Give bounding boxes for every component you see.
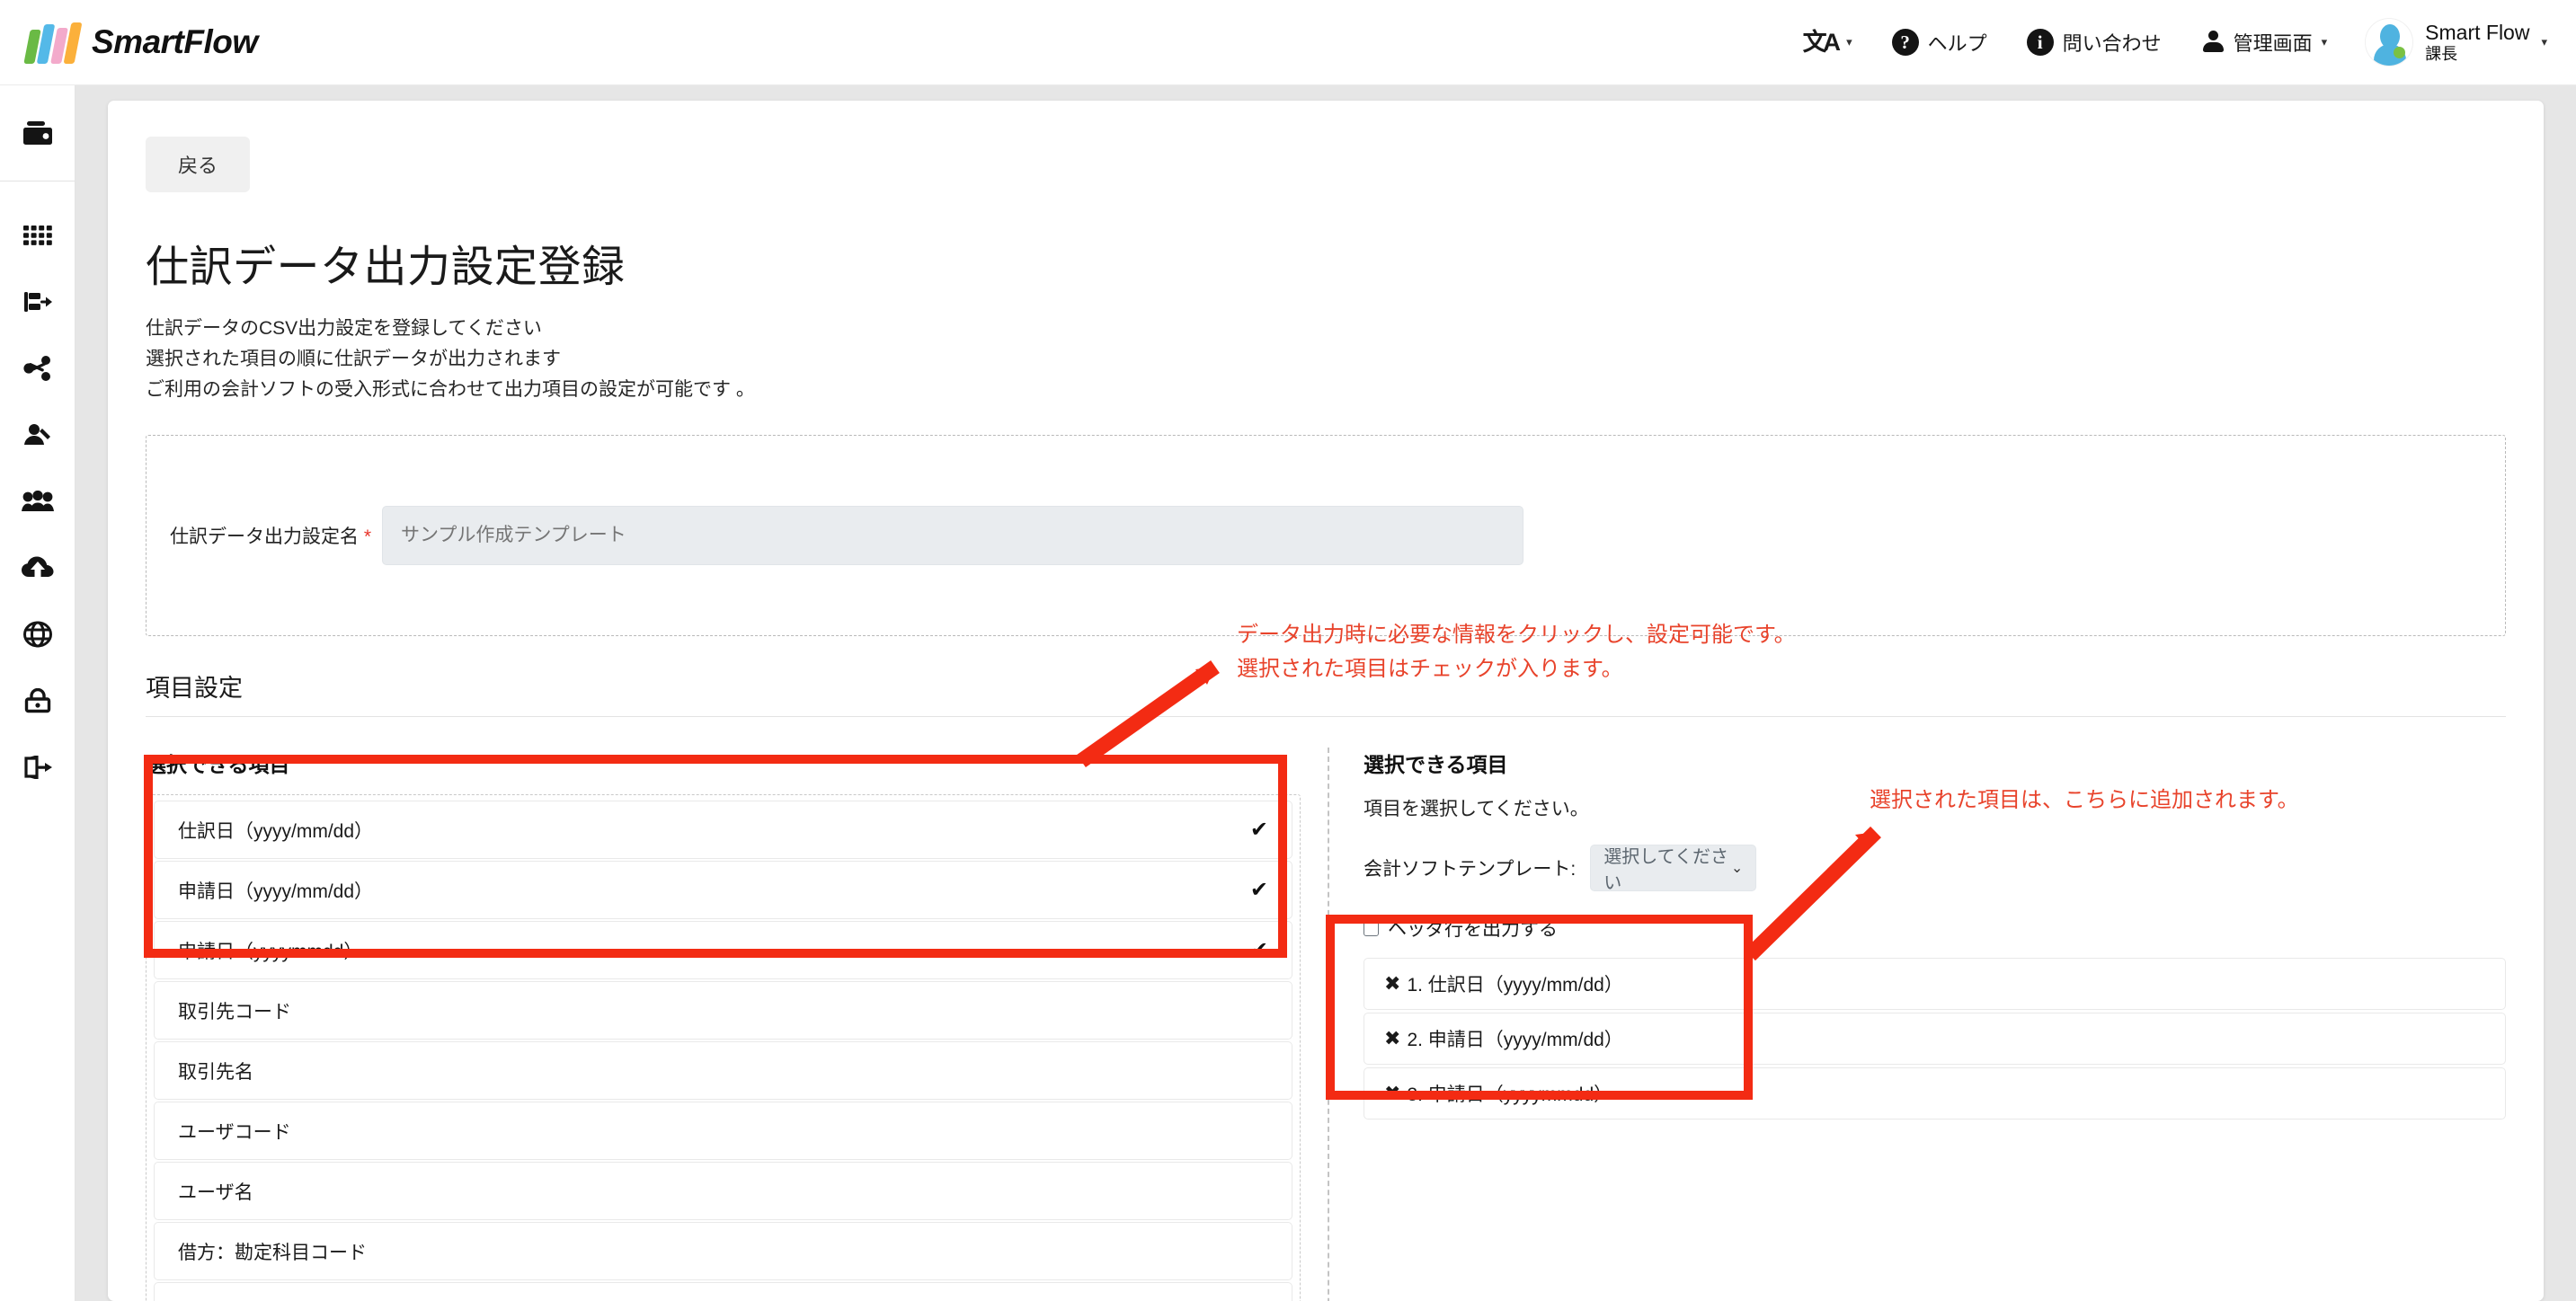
header-nav: 文A ▾ ? ヘルプ i 問い合わせ 管理画面 ▾ Smart Flow 課長 … [1783,15,2576,69]
user-menu-button[interactable]: Smart Flow 課長 ▾ [2347,18,2553,66]
help-label: ヘルプ [1927,32,1987,55]
language-switcher-button[interactable]: 文A ▾ [1783,15,1872,69]
accounting-template-label: 会計ソフトテンプレート: [1364,859,1577,881]
chevron-down-icon: ▾ [1846,35,1852,49]
brand-name: SmartFlow [92,23,258,60]
accounting-template-row: 会計ソフトテンプレート: 選択してください ⌄ [1364,845,2506,894]
sidebar-item-globe[interactable] [20,616,56,652]
page-description: 仕訳データのCSV出力設定を登録してください 選択された項目の順に仕訳データが出… [146,314,2506,405]
list-item[interactable]: 取引先コード [154,981,1292,1040]
section-title: 項目設定 [146,675,243,703]
page-title: 仕訳データ出力設定登録 [146,243,626,291]
setting-name-label-text: 仕訳データ出力設定名 [169,527,359,548]
list-item[interactable]: ユーザ名 [154,1162,1292,1221]
admin-label: 管理画面 [2233,32,2313,55]
list-item[interactable]: 借方：補助科目コード [154,1282,1292,1301]
item-settings-columns: 選択できる項目 仕訳日（yyyy/mm/dd） ✔ 申請日（yyyy/mm/dd… [146,748,2506,1301]
wallet-icon[interactable] [20,115,56,151]
remove-icon[interactable]: ✖ [1384,1027,1400,1050]
sidebar-item-lock[interactable] [20,683,56,719]
sidebar-item-cloud-upload[interactable] [20,550,56,586]
accounting-template-value: 選択してください [1603,847,1729,894]
setting-name-panel: 仕訳データ出力設定名 * [146,435,2506,637]
check-icon: ✔ [1249,818,1268,843]
list-item[interactable]: ✖ 2. 申請日（yyyy/mm/dd） [1364,1013,2506,1066]
available-items-heading: 選択できる項目 [146,753,290,777]
list-item-label: 取引先コード [178,1001,291,1022]
sidebar-item-user-settings[interactable] [20,417,56,453]
question-mark-icon: ? [1891,29,1919,56]
sidebar-item-share[interactable] [20,350,56,386]
list-item[interactable]: 申請日（yyyy/mm/dd） ✔ [154,861,1292,920]
smartflow-logo-icon [23,21,83,64]
list-item-label: 申請日（yyyymmdd） [178,941,363,962]
contact-button[interactable]: i 問い合わせ [2007,15,2181,69]
list-item-label: ユーザコード [178,1121,291,1143]
header-row-checkbox[interactable]: ヘッダ行を出力する [1364,915,2506,942]
selected-items-column: 選択できる項目 項目を選択してください。 会計ソフトテンプレート: 選択してくだ… [1364,748,2506,1301]
remove-icon[interactable]: ✖ [1384,972,1400,996]
admin-menu-button[interactable]: 管理画面 ▾ [2181,15,2348,69]
list-item-label: 借方：補助科目コード [178,1298,367,1301]
top-header-bar: SmartFlow 文A ▾ ? ヘルプ i 問い合わせ 管理画面 ▾ Smar… [0,0,2576,85]
list-item[interactable]: 取引先名 [154,1041,1292,1101]
chevron-down-icon: ▾ [2321,35,2328,49]
sidebar-item-grid-apps[interactable] [20,217,56,253]
brand-logo[interactable]: SmartFlow [23,21,258,64]
list-item-label: ユーザ名 [178,1182,253,1203]
list-item[interactable]: ✖ 3. 申請日（yyyymmdd） [1364,1067,2506,1120]
column-divider [1328,748,1329,1301]
chevron-down-icon: ▾ [2541,35,2547,49]
section-divider [146,716,2506,718]
check-icon: ✔ [1249,938,1268,963]
setting-name-label: 仕訳データ出力設定名 * [147,522,382,549]
contact-label: 問い合わせ [2062,32,2162,55]
user-name: Smart Flow [2425,21,2530,44]
list-item-label: 2. 申請日（yyyy/mm/dd） [1407,1030,1623,1051]
language-icon: 文A [1802,28,1841,56]
sidebar-item-group-users[interactable] [20,483,56,519]
list-item[interactable]: ✖ 1. 仕訳日（yyyy/mm/dd） [1364,958,2506,1011]
content-card: 戻る 仕訳データ出力設定登録 仕訳データのCSV出力設定を登録してください 選択… [108,101,2544,1301]
list-item-label: 1. 仕訳日（yyyy/mm/dd） [1407,975,1623,996]
list-item[interactable]: 借方：勘定科目コード [154,1222,1292,1281]
setting-name-input[interactable] [382,506,1523,566]
remove-icon[interactable]: ✖ [1384,1082,1400,1105]
header-row-label: ヘッダ行を出力する [1388,919,1558,941]
sidebar-item-workflow[interactable] [20,284,56,320]
available-items-list: 仕訳日（yyyy/mm/dd） ✔ 申請日（yyyy/mm/dd） ✔ 申請日（… [146,794,1301,1301]
online-status-dot [2394,47,2406,58]
available-items-column: 選択できる項目 仕訳日（yyyy/mm/dd） ✔ 申請日（yyyy/mm/dd… [146,748,1301,1301]
list-item-label: 申請日（yyyy/mm/dd） [178,881,374,902]
sidebar-item-logout[interactable] [20,749,56,785]
accounting-template-select[interactable]: 選択してください ⌄ [1590,845,1757,894]
list-item[interactable]: 申請日（yyyymmdd） ✔ [154,921,1292,980]
avatar [2365,18,2414,66]
selected-items-list: ✖ 1. 仕訳日（yyyy/mm/dd） ✖ 2. 申請日（yyyy/mm/dd… [1364,958,2506,1120]
description-line-1: 仕訳データのCSV出力設定を登録してください [146,318,542,339]
chevron-down-icon: ⌄ [1730,861,1744,877]
description-line-2: 選択された項目の順に仕訳データが出力されます [146,349,561,370]
description-line-3: ご利用の会計ソフトの受入形式に合わせて出力項目の設定が可能です 。 [146,379,755,401]
list-item[interactable]: ユーザコード [154,1102,1292,1161]
list-item-label: 仕訳日（yyyy/mm/dd） [178,820,374,842]
list-item[interactable]: 仕訳日（yyyy/mm/dd） ✔ [154,801,1292,860]
person-icon [2201,31,2225,54]
selected-items-heading: 選択できる項目 [1364,753,1508,777]
sidebar-rail [0,85,76,1301]
list-item-label: 取引先名 [178,1061,253,1083]
info-icon: i [2026,29,2054,56]
sidebar-items [0,181,75,785]
help-button[interactable]: ? ヘルプ [1872,15,2007,69]
list-item-label: 借方：勘定科目コード [178,1242,367,1263]
check-icon: ✔ [1249,878,1268,903]
user-role: 課長 [2425,45,2458,64]
selected-items-hint: 項目を選択してください。 [1364,799,1589,820]
list-item-label: 3. 申請日（yyyymmdd） [1407,1084,1613,1106]
back-button[interactable]: 戻る [146,137,251,192]
required-marker: * [363,527,371,548]
checkbox-icon [1364,920,1379,936]
